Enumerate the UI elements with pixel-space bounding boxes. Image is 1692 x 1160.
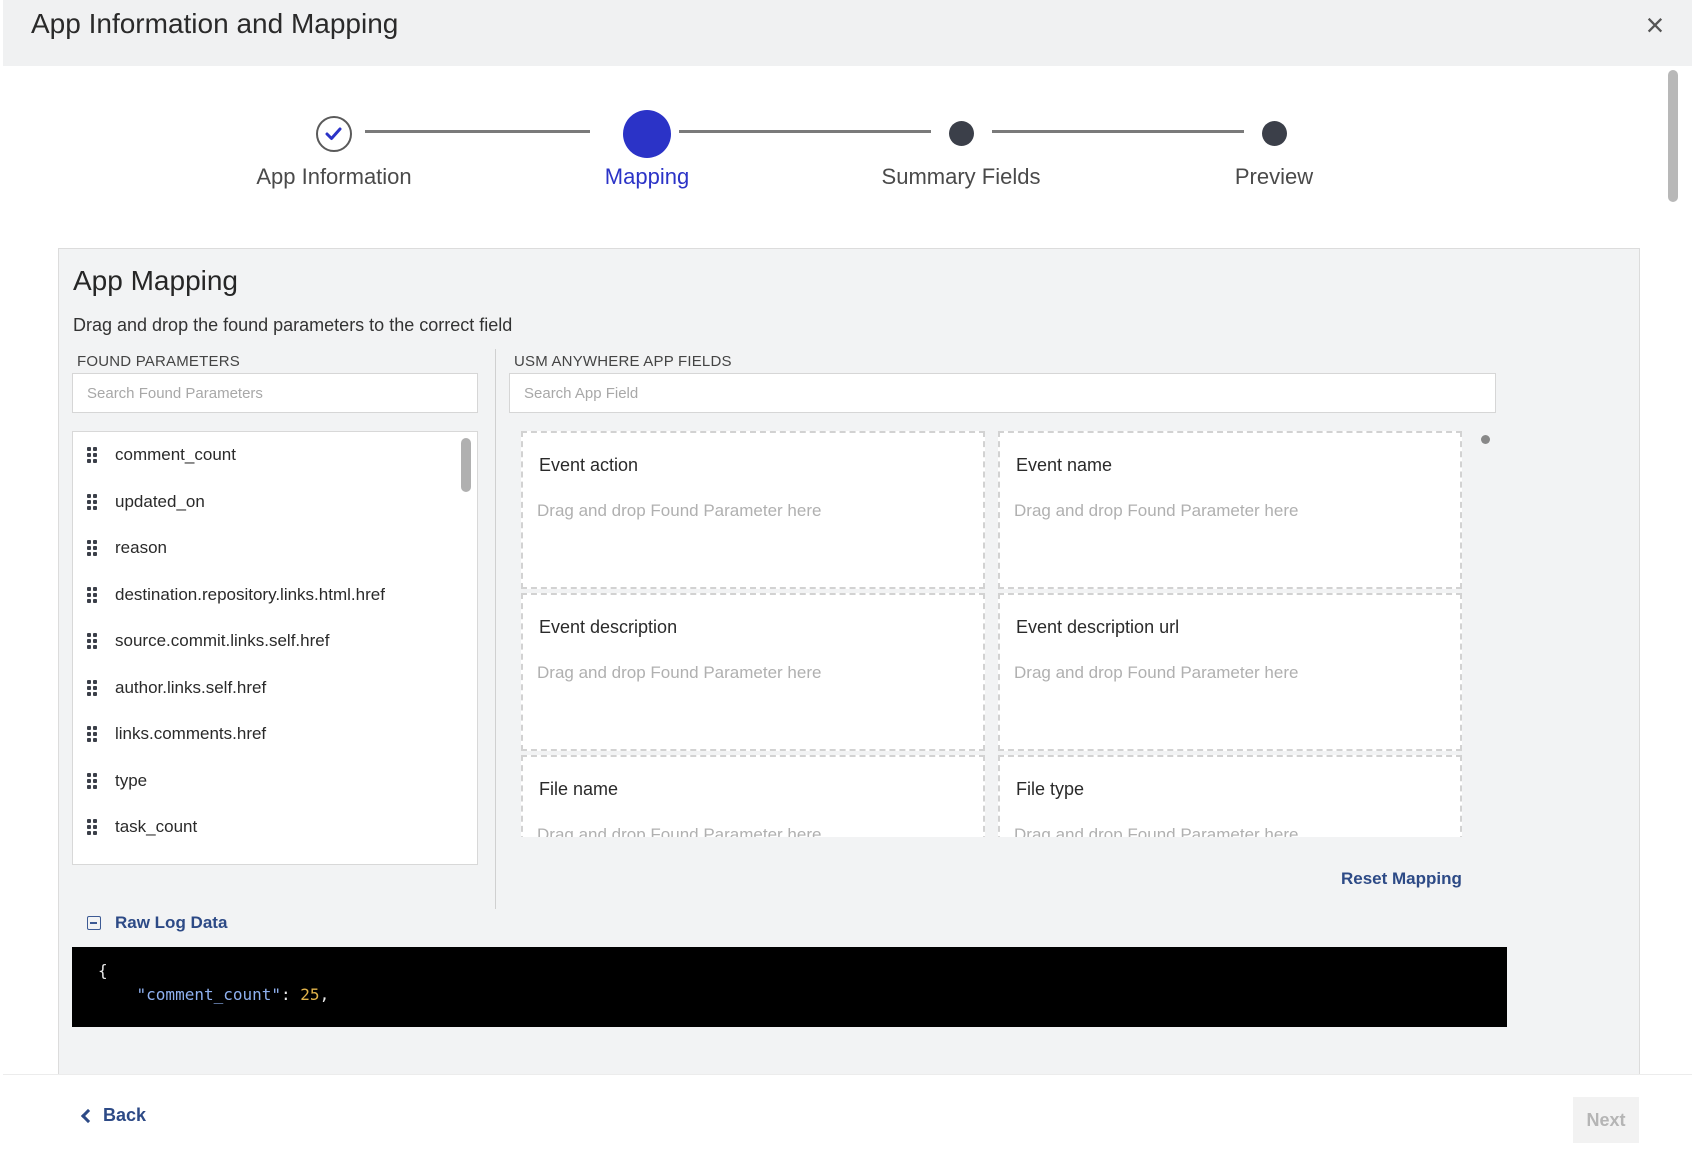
parameter-item[interactable]: destination.repository.links.html.href [73, 572, 477, 619]
field-title: File type [1016, 779, 1085, 799]
step-app-information[interactable] [316, 116, 352, 152]
drop-zone-event-description-url[interactable]: Event description url Drag and drop Foun… [998, 593, 1462, 751]
drop-zone-event-action[interactable]: Event action Drag and drop Found Paramet… [521, 431, 985, 589]
drop-hint: Drag and drop Found Parameter here [1014, 825, 1299, 837]
step-label: Mapping [604, 164, 690, 189]
check-icon [325, 127, 342, 140]
code-brace: { [98, 961, 108, 980]
drop-hint: Drag and drop Found Parameter here [1014, 501, 1299, 520]
parameter-item[interactable]: comment_count [73, 432, 477, 479]
drag-handle-icon [87, 679, 99, 696]
parameter-item[interactable]: author.links.self.href [73, 665, 477, 712]
panel-subtitle: Drag and drop the found parameters to th… [73, 315, 513, 335]
drag-handle-icon [87, 493, 99, 510]
drag-handle-icon [87, 819, 99, 836]
code-line: { [98, 961, 1481, 985]
parameter-item[interactable]: source.commit.links.self.href [73, 618, 477, 665]
parameter-item[interactable]: updated_on [73, 479, 477, 526]
drag-handle-icon [87, 447, 99, 464]
modal-footer: Back Next [3, 1074, 1692, 1160]
drop-hint: Drag and drop Found Parameter here [537, 501, 822, 520]
app-mapping-modal: App Information and Mapping × App Inform… [3, 0, 1692, 1160]
app-mapping-panel: App Mapping Drag and drop the found para… [58, 248, 1640, 1074]
parameter-label: reason [115, 538, 167, 558]
code-separator: : [281, 985, 301, 1004]
parameter-label: author.links.self.href [115, 677, 267, 697]
parameter-item[interactable]: task_count [73, 804, 477, 851]
code-line: "comment_count": 25, [98, 985, 1481, 1009]
found-parameters-list: comment_count updated_onreason destination… [72, 431, 478, 865]
search-found-parameters-input[interactable] [72, 373, 478, 413]
back-button[interactable]: Back [80, 1105, 147, 1126]
code-comma: , [319, 985, 330, 1004]
step-connector [679, 130, 931, 133]
modal-title: App Information and Mapping [31, 8, 399, 39]
parameter-label: updated_on [115, 491, 205, 511]
found-parameters-label: FOUND PARAMETERS [77, 353, 240, 370]
raw-log-code-block: { "comment_count": 25, [72, 947, 1507, 1027]
parameter-item[interactable]: links.comments.href [73, 711, 477, 758]
raw-log-data-label: Raw Log Data [115, 913, 228, 932]
drop-hint: Drag and drop Found Parameter here [537, 663, 822, 682]
panel-title: App Mapping [73, 265, 239, 296]
app-fields-grid: Event action Drag and drop Found Paramet… [521, 431, 1481, 837]
drop-zone-event-description[interactable]: Event description Drag and drop Found Pa… [521, 593, 985, 751]
drag-handle-icon [87, 726, 99, 743]
field-title: Event description url [1016, 617, 1180, 637]
step-preview[interactable] [1262, 121, 1287, 146]
next-button[interactable]: Next [1573, 1097, 1639, 1143]
drop-zone-file-type[interactable]: File type Drag and drop Found Parameter … [998, 755, 1462, 837]
drag-handle-icon [87, 540, 99, 557]
column-divider [495, 349, 496, 909]
step-label: App Information [256, 164, 412, 189]
step-connector [365, 130, 590, 133]
field-title: Event action [539, 455, 639, 475]
parameter-label: source.commit.links.self.href [115, 631, 330, 651]
drop-hint: Drag and drop Found Parameter here [1014, 663, 1299, 682]
raw-log-data-toggle[interactable]: Raw Log Data [87, 913, 227, 933]
drag-handle-icon [87, 633, 99, 650]
drop-zone-event-name[interactable]: Event name Drag and drop Found Parameter… [998, 431, 1462, 589]
parameter-item[interactable]: reason [73, 525, 477, 572]
parameter-label: type [115, 770, 148, 790]
app-fields-label: USM ANYWHERE APP FIELDS [514, 353, 732, 370]
drop-hint: Drag and drop Found Parameter here [537, 825, 822, 837]
close-icon[interactable]: × [1638, 8, 1672, 42]
step-label: Summary Fields [881, 164, 1041, 189]
search-app-field-input[interactable] [509, 373, 1496, 413]
drop-zone-file-name[interactable]: File name Drag and drop Found Parameter … [521, 755, 985, 837]
reset-mapping-link[interactable]: Reset Mapping [1341, 869, 1462, 889]
field-title: Event description [539, 617, 678, 637]
parameter-label: links.comments.href [115, 724, 267, 744]
grid-scroll-indicator[interactable] [1481, 435, 1490, 444]
parameter-label: comment_count [115, 445, 236, 465]
field-title: File name [539, 779, 619, 799]
code-key: "comment_count" [136, 985, 282, 1004]
step-summary-fields[interactable] [949, 121, 974, 146]
code-value: 25 [300, 985, 320, 1004]
step-connector [992, 130, 1244, 133]
chevron-left-icon [80, 1108, 96, 1124]
step-mapping[interactable] [623, 110, 671, 158]
step-label: Preview [1234, 164, 1314, 189]
back-label: Back [103, 1105, 147, 1125]
modal-header: App Information and Mapping × [3, 0, 1692, 66]
parameter-item[interactable]: type [73, 758, 477, 805]
collapse-icon [87, 916, 101, 930]
parameter-label: destination.repository.links.html.href [115, 584, 385, 604]
field-title: Event name [1016, 455, 1113, 475]
drag-handle-icon [87, 586, 99, 603]
modal-body: App Information Mapping Summary Fields P… [3, 66, 1692, 1074]
drag-handle-icon [87, 772, 99, 789]
parameter-label: task_count [115, 817, 198, 837]
